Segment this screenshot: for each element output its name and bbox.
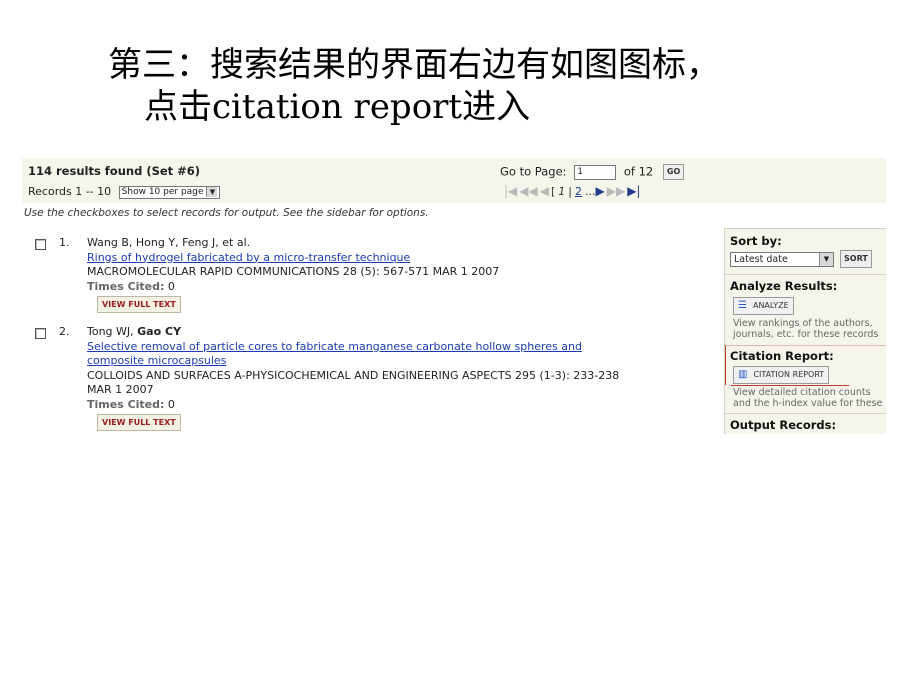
record-authors: Tong WJ, Gao CY (87, 325, 712, 340)
sort-by-label: Sort by: (730, 234, 782, 248)
output-records-label: Output Records: (730, 418, 837, 432)
citation-description-line-1: View detailed citation counts (733, 387, 871, 398)
record-title-link[interactable]: Selective removal of particle cores to f… (87, 340, 712, 355)
analyze-description-line-1: View rankings of the authors, (733, 318, 873, 329)
prev-group-icon[interactable]: ◀◀ (519, 184, 537, 198)
records-range: Records 1 -- 10 Show 10 per page ▼ (28, 185, 221, 199)
citation-report-button-label: CITATION REPORT (753, 370, 825, 379)
slide-title: 第三：搜索结果的界面右边有如图图标， 点击citation report进入 (108, 44, 878, 128)
record-times-cited: Times Cited: 0 (87, 280, 712, 295)
sort-select-value: Latest date (734, 254, 788, 265)
record-times-cited: Times Cited: 0 (87, 398, 712, 413)
citation-report-button[interactable]: ▥ CITATION REPORT (733, 366, 830, 384)
slide-title-line-2: 点击citation report进入 (144, 87, 531, 127)
go-to-page: Go to Page: 1 of 12 GO (500, 164, 685, 180)
next-group-icon[interactable]: ▶▶ (607, 184, 625, 198)
record-title-link-line-2[interactable]: composite microcapsules (87, 354, 712, 369)
total-pages: of 12 (623, 164, 654, 179)
citation-report-label: Citation Report: (730, 349, 834, 363)
page-number-input[interactable]: 1 (574, 164, 617, 180)
chevron-down-icon: ▼ (819, 253, 833, 266)
record-checkbox[interactable] (35, 328, 46, 339)
analyze-button-label: ANALYZE (752, 301, 789, 310)
next-page-icon[interactable]: ▶ (596, 184, 605, 198)
last-page-icon[interactable]: ▶| (627, 184, 640, 198)
results-sidebar: Sort by: Latest date ▼ SORT Analyze Resul… (724, 228, 886, 434)
analyze-description-line-2: journals, etc. for these records (733, 329, 879, 340)
sidebar-divider (725, 274, 886, 275)
times-cited-value: 0 (167, 397, 175, 411)
citation-description-line-2: and the h-index value for these (733, 398, 883, 409)
record-body: Tong WJ, Gao CY Selective removal of par… (87, 325, 712, 431)
results-count: 114 results found (Set #6) (28, 164, 201, 178)
record-number: 2. (59, 325, 70, 338)
view-full-text-button[interactable]: VIEW FULL TEXT (97, 296, 181, 313)
citation-report-underline (731, 385, 849, 386)
pager-ellipsis: ... (585, 184, 596, 198)
analyze-button[interactable]: ☰ ANALYZE (733, 297, 794, 315)
per-page-value: Show 10 per page (121, 186, 204, 197)
record-title-link[interactable]: Rings of hydrogel fabricated by a micro-… (87, 251, 712, 266)
record-source: COLLOIDS AND SURFACES A-PHYSICOCHEMICAL … (87, 368, 620, 382)
record-source-line-2: MAR 1 2007 (87, 383, 154, 396)
record-number: 1. (59, 236, 70, 249)
record-authors-text: Wang B, Hong Y, Feng J, et al. (87, 236, 251, 249)
sidebar-divider (725, 413, 886, 414)
bar-chart-icon: ▥ (738, 369, 748, 380)
record-source: MACROMOLECULAR RAPID COMMUNICATIONS 28 (… (87, 265, 500, 278)
record-authors: Wang B, Hong Y, Feng J, et al. (87, 236, 712, 251)
sort-button[interactable]: SORT (840, 250, 872, 268)
view-full-text-button[interactable]: VIEW FULL TEXT (97, 414, 181, 431)
pagination: |◀ ◀◀ ◀ [ 1 | 2 ... ▶ ▶▶ ▶| (504, 184, 642, 198)
first-page-icon[interactable]: |◀ (504, 184, 517, 198)
list-lines-icon: ☰ (738, 300, 747, 311)
record-body: Wang B, Hong Y, Feng J, et al. Rings of … (87, 236, 712, 313)
times-cited-label: Times Cited: (87, 279, 165, 293)
pager-bracket-open: [ (550, 184, 556, 198)
times-cited-label: Times Cited: (87, 397, 165, 411)
record-checkbox[interactable] (35, 239, 46, 250)
go-to-page-label: Go to Page: (500, 164, 567, 179)
record-authors-text: Tong WJ, (87, 325, 138, 338)
analyze-results-label: Analyze Results: (730, 279, 838, 293)
chevron-down-icon: ▼ (206, 186, 218, 197)
instructions-text: Use the checkboxes to select records for… (24, 207, 429, 219)
go-button[interactable]: GO (662, 164, 685, 180)
record-author-highlight: Gao CY (137, 325, 182, 338)
search-results-screenshot: 114 results found (Set #6) Records 1 -- … (22, 156, 886, 434)
times-cited-value: 0 (167, 279, 175, 293)
results-header-bar: 114 results found (Set #6) Records 1 -- … (22, 158, 886, 203)
sort-select[interactable]: Latest date ▼ (730, 252, 834, 267)
records-range-label: Records 1 -- 10 (28, 185, 112, 198)
slide-title-line-1: 第三：搜索结果的界面右边有如图图标， (108, 45, 720, 85)
page-link-2[interactable]: 2 (575, 185, 582, 198)
current-page: 1 (558, 184, 566, 198)
pager-separator: | (568, 184, 572, 198)
per-page-select[interactable]: Show 10 per page ▼ (118, 185, 221, 199)
prev-page-icon[interactable]: ◀ (540, 184, 549, 198)
